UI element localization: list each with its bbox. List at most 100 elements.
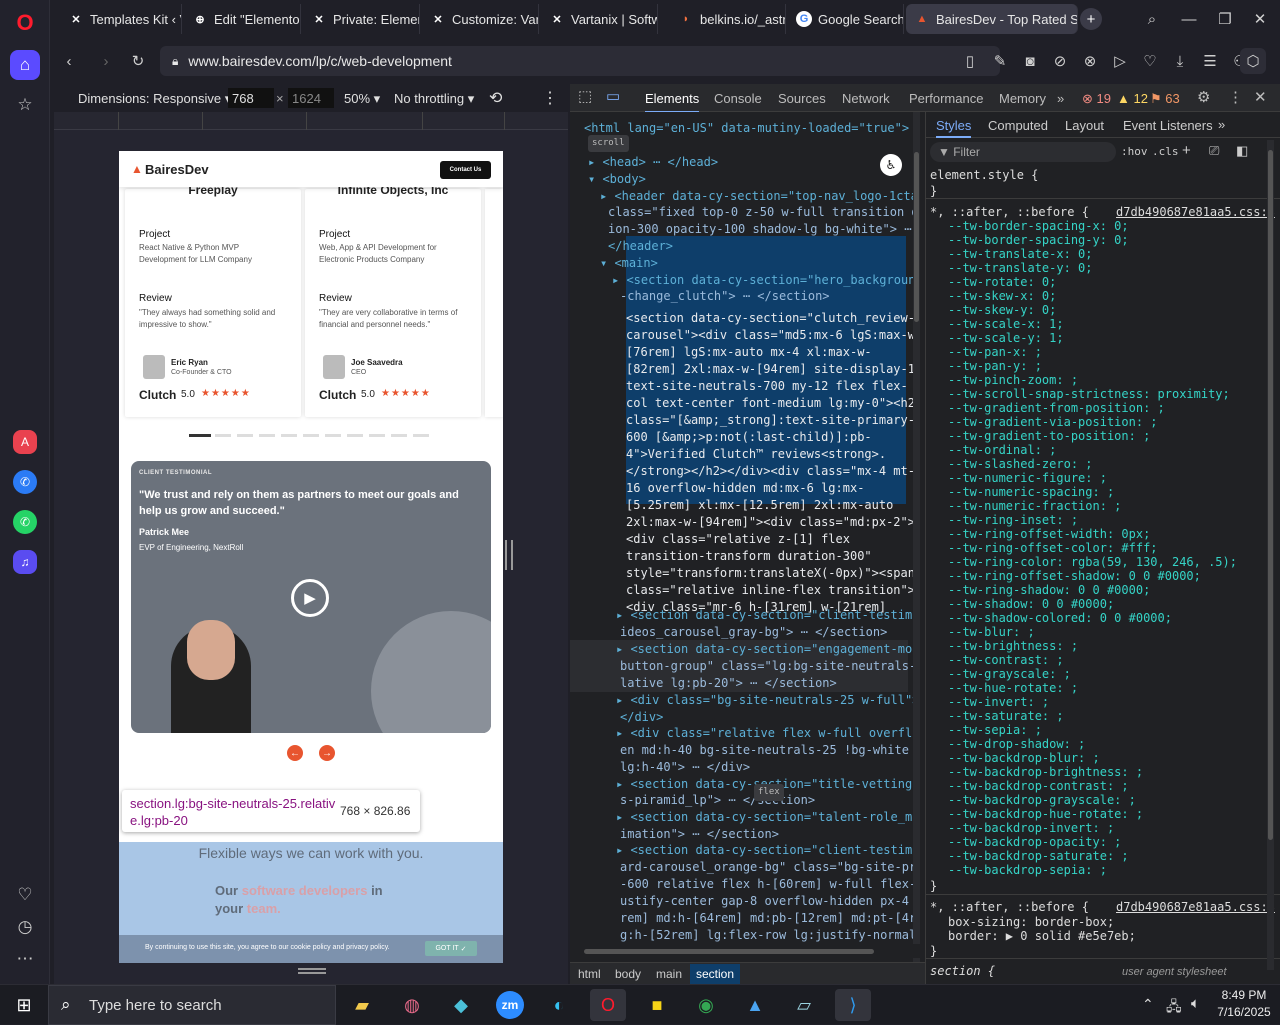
adblock-icon[interactable]: ⊘	[1049, 50, 1071, 72]
css-property[interactable]: --tw-scale-x: 1;	[948, 317, 1237, 331]
device-toggle-icon[interactable]: ▭	[606, 87, 620, 105]
css-property[interactable]: --tw-drop-shadow: ;	[948, 737, 1237, 751]
dom-line[interactable]: -change_clutch"> ⋯ </section>	[620, 288, 830, 305]
dom-line[interactable]: en md:h-40 bg-site-neutrals-25 !bg-white…	[620, 742, 920, 759]
tab-private-elementor[interactable]: ✕ Private: Elemento	[303, 4, 420, 34]
paint-icon[interactable]: ⎚	[1209, 143, 1219, 159]
elements-tree[interactable]: scroll <html lang="en-US" data-mutiny-lo…	[570, 112, 920, 962]
css-property[interactable]: --tw-ring-offset-shadow: 0 0 #0000;	[948, 569, 1237, 583]
css-property[interactable]: --tw-grayscale: ;	[948, 667, 1237, 681]
css-property[interactable]: --tw-gradient-via-position: ;	[948, 415, 1237, 429]
resize-handle-side[interactable]	[505, 540, 513, 570]
contact-us-button[interactable]: Contact Us	[440, 161, 491, 179]
reload-icon[interactable]: ↻	[127, 50, 149, 72]
css-property[interactable]: --tw-ring-inset: ;	[948, 513, 1237, 527]
css-property[interactable]: --tw-pan-y: ;	[948, 359, 1237, 373]
crumb-html[interactable]: html	[578, 967, 601, 981]
clock-time[interactable]: 8:49 PM	[1214, 988, 1274, 1002]
app-icon[interactable]: ◆	[443, 989, 479, 1021]
tray-chevron-icon[interactable]: ⌃	[1142, 996, 1154, 1013]
emulated-page[interactable]: Freeplay Project React Native & Python M…	[119, 151, 503, 963]
css-property[interactable]: --tw-backdrop-brightness: ;	[948, 765, 1237, 779]
issue-count[interactable]: ⚑ 63	[1150, 91, 1180, 107]
css-property[interactable]: --tw-slashed-zero: ;	[948, 457, 1237, 471]
css-property[interactable]: border: ▶ 0 solid #e5e7eb;	[948, 929, 1136, 943]
css-property[interactable]: --tw-backdrop-hue-rotate: ;	[948, 807, 1237, 821]
dom-line[interactable]: ▸ <section data-cy-section="client-testi…	[616, 842, 920, 859]
dom-line[interactable]: button-group" class="lg:bg-site-neutrals…	[620, 658, 920, 675]
minimize-icon[interactable]: —	[1178, 8, 1200, 30]
clock-date[interactable]: 7/16/2025	[1214, 1005, 1274, 1019]
crumb-main[interactable]: main	[656, 967, 682, 981]
dom-line[interactable]: ▸ <header data-cy-section="top-nav_logo-…	[600, 188, 920, 205]
styles-filter-input[interactable]: ▼ Filter	[930, 142, 1116, 162]
tab-customize[interactable]: ✕ Customize: Varta	[422, 4, 539, 34]
dom-line[interactable]: 4">Verified Clutch™ reviews<strong>.	[626, 446, 886, 463]
dom-line[interactable]: lative lg:pb-20"> ⋯ </section>	[620, 675, 837, 692]
tab-console[interactable]: Console	[714, 91, 762, 106]
tab-sources[interactable]: Sources	[778, 91, 826, 106]
more-style-tabs-icon[interactable]: »	[1218, 117, 1225, 132]
css-property[interactable]: --tw-ring-offset-color: #fff;	[948, 541, 1237, 555]
dom-line[interactable]: ard-carousel_orange-bg" class="bg-site-p…	[620, 859, 920, 876]
add-rule-icon[interactable]: +	[1182, 142, 1191, 159]
dom-line[interactable]: ▾ <body>	[588, 171, 646, 188]
resize-handle[interactable]	[298, 968, 326, 974]
css-property[interactable]: --tw-invert: ;	[948, 695, 1237, 709]
zoom-dropdown[interactable]: 50% ▾	[344, 91, 380, 107]
download-icon[interactable]: ⤓	[1169, 50, 1191, 72]
dom-line[interactable]: [82rem] 2xl:max-w-[94rem] site-display-1	[626, 361, 915, 378]
css-property[interactable]: --tw-backdrop-blur: ;	[948, 751, 1237, 765]
dom-line[interactable]: ▸ <section data-cy-section="talent-role_…	[616, 809, 920, 826]
maximize-icon[interactable]: ❐	[1214, 8, 1236, 30]
highlighted-section[interactable]: Flexible ways we can work with you. Our …	[119, 842, 503, 963]
next-arrow-icon[interactable]: →	[319, 745, 335, 761]
dom-line[interactable]: -600 relative flex h-[60rem] w-full flex…	[620, 876, 920, 893]
tab-event-listeners[interactable]: Event Listeners	[1123, 118, 1213, 133]
dom-line[interactable]: [76rem] lgS:mx-auto mx-4 xl:max-w-	[626, 344, 872, 361]
dom-line[interactable]: ustify-center gap-8 overflow-hidden px-4…	[620, 893, 920, 910]
css-property[interactable]: --tw-backdrop-saturate: ;	[948, 849, 1237, 863]
dom-line[interactable]: ▸ <div class="relative flex w-full overf…	[616, 725, 920, 742]
dom-line[interactable]: [5.25rem] xl:mx-[12.5rem] 2xl:mx-auto	[626, 497, 893, 514]
css-property[interactable]: --tw-contrast: ;	[948, 653, 1237, 667]
windows-start-icon[interactable]: ⊞	[6, 989, 42, 1021]
cookie-accept-button[interactable]: GOT IT ✓	[425, 941, 477, 956]
elements-scrollbar[interactable]	[913, 112, 920, 962]
photos-icon[interactable]: ▲	[737, 989, 773, 1021]
network-icon[interactable]: 🖧︎	[1166, 996, 1182, 1020]
opera-icon[interactable]: O	[590, 989, 626, 1021]
rotate-icon[interactable]: ⟲	[489, 88, 502, 108]
inspect-icon[interactable]: ⬚	[578, 87, 592, 105]
dom-line[interactable]: class="relative inline-flex transition">	[626, 582, 915, 599]
edge-icon[interactable]: ◐	[541, 989, 577, 1021]
messenger-icon[interactable]: ✆	[13, 470, 37, 494]
rule1-source-link[interactable]: d7db490687e81aa5.css:3	[1116, 205, 1275, 219]
css-property[interactable]: --tw-skew-x: 0;	[948, 289, 1237, 303]
css-property[interactable]: --tw-saturate: ;	[948, 709, 1237, 723]
css-property[interactable]: --tw-scroll-snap-strictness: proximity;	[948, 387, 1237, 401]
dom-line[interactable]: </div>	[620, 709, 663, 726]
carousel-dots[interactable]	[189, 434, 431, 437]
opera-logo-icon[interactable]: O	[10, 8, 40, 38]
css-property[interactable]: --tw-ordinal: ;	[948, 443, 1237, 457]
dom-line[interactable]: 2xl:max-w-[94rem]"><div class="md:px-2">	[626, 514, 915, 531]
css-property[interactable]: --tw-scale-y: 1;	[948, 331, 1237, 345]
rule1-selector[interactable]: *, ::after, ::before {	[930, 205, 1089, 219]
accessibility-icon[interactable]: ♿︎	[880, 154, 902, 176]
tab-edit-elementor[interactable]: ⊕ Edit "Elementor F	[184, 4, 301, 34]
dom-line[interactable]: carousel"><div class="md5:mx-6 lgS:max-w…	[626, 327, 920, 344]
css-property[interactable]: --tw-numeric-spacing: ;	[948, 485, 1237, 499]
dom-line[interactable]: </header>	[608, 238, 673, 255]
css-property[interactable]: --tw-backdrop-opacity: ;	[948, 835, 1237, 849]
css-property[interactable]: --tw-shadow: 0 0 #0000;	[948, 597, 1237, 611]
forward-icon[interactable]: ›	[95, 50, 117, 72]
cls-toggle[interactable]: .cls	[1152, 145, 1179, 158]
error-count[interactable]: ⊗ 19	[1082, 91, 1111, 107]
dom-line[interactable]: <section data-cy-section="clutch_review-	[626, 310, 915, 327]
dimensions-dropdown[interactable]: Dimensions: Responsive ▾	[78, 91, 231, 107]
taskbar-search[interactable]: ⌕ Type here to search	[48, 985, 336, 1025]
css-property[interactable]: --tw-numeric-fraction: ;	[948, 499, 1237, 513]
dom-line[interactable]: g:h-[52rem] lg:flex-row lg:justify-norma…	[620, 927, 920, 944]
css-property[interactable]: --tw-skew-y: 0;	[948, 303, 1237, 317]
